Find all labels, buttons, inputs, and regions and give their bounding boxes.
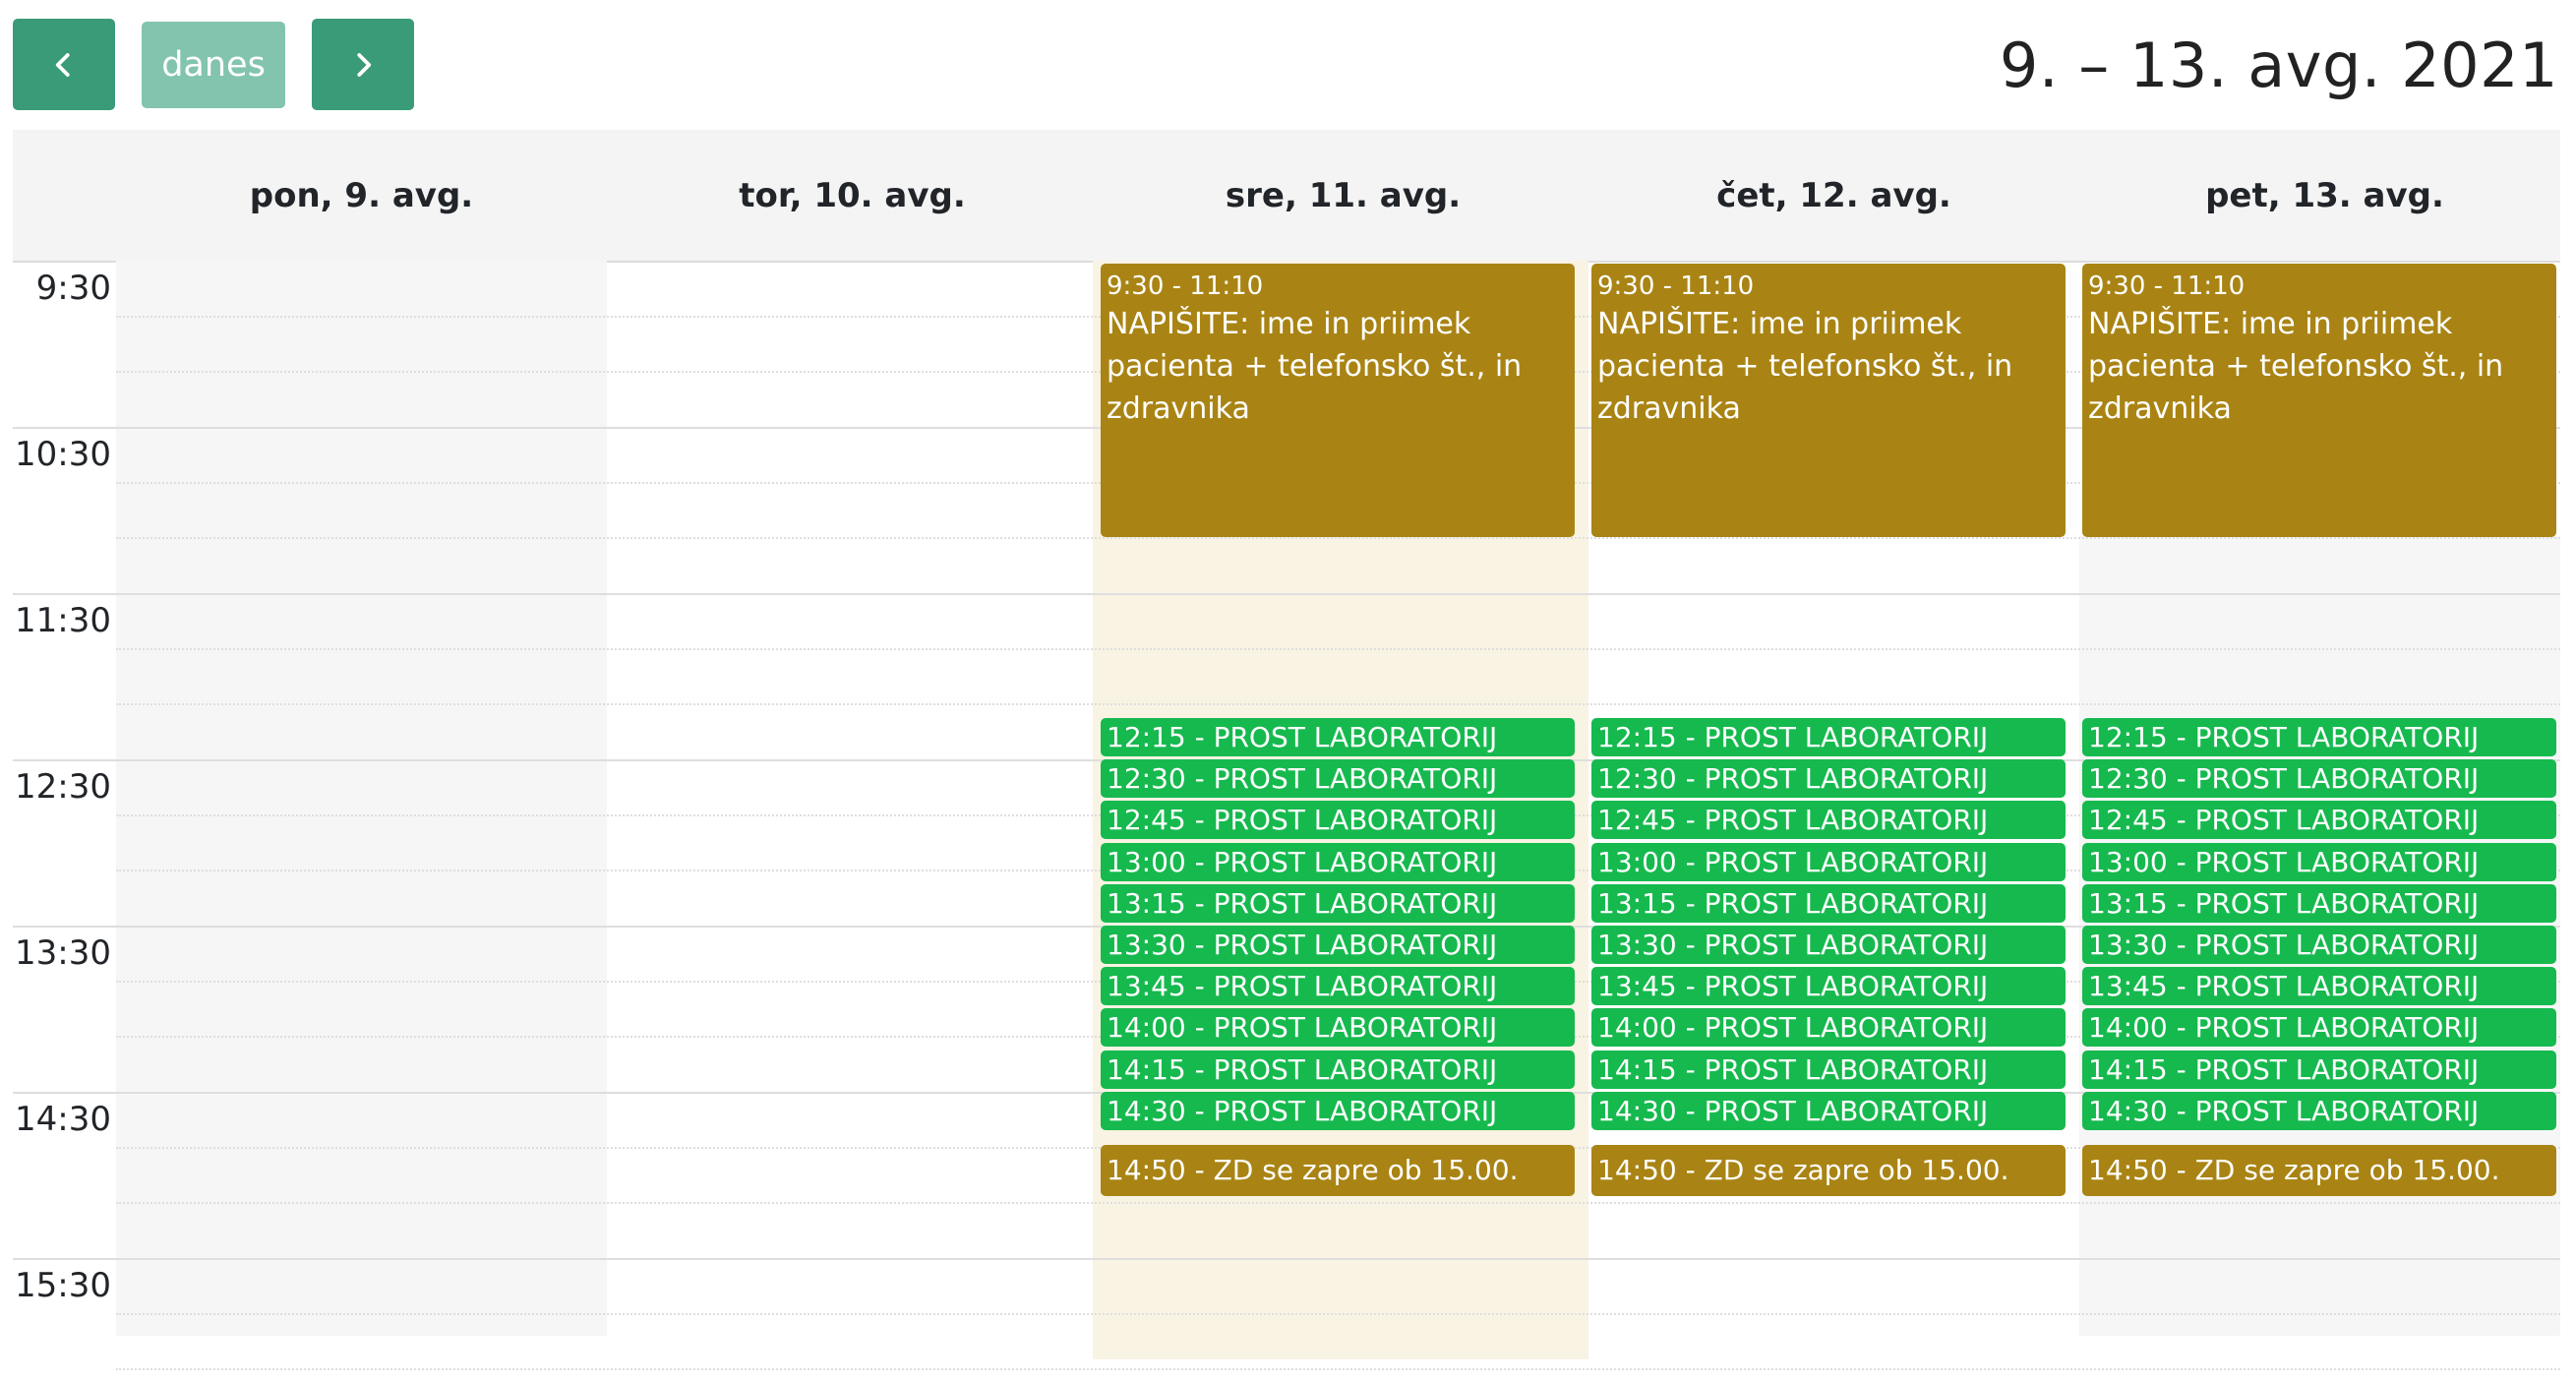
lab-slot-event[interactable]: 14:15 - PROST LABORATORIJ xyxy=(2082,1050,2556,1089)
time-label: 10:30 xyxy=(15,435,111,474)
event-time: 9:30 - 11:10 xyxy=(2088,271,2246,301)
lab-slot-event[interactable]: 13:00 - PROST LABORATORIJ xyxy=(1101,842,1575,881)
slot-gridline xyxy=(116,1313,2560,1315)
hour-gridline xyxy=(13,1258,2560,1260)
event-title: NAPIŠITE: ime in priimek pacienta + tele… xyxy=(2088,307,2504,426)
date-range-title: 9. – 13. avg. 2021 xyxy=(1999,30,2558,101)
lab-slot-event[interactable]: 14:15 - PROST LABORATORIJ xyxy=(1591,1050,2066,1089)
event-title: NAPIŠITE: ime in priimek pacienta + tele… xyxy=(1597,307,2013,426)
lab-slot-event[interactable]: 12:15 - PROST LABORATORIJ xyxy=(1101,718,1575,756)
lab-slot-event[interactable]: 14:00 - PROST LABORATORIJ xyxy=(2082,1008,2556,1048)
today-button[interactable]: danes xyxy=(142,22,285,108)
time-grid: 9:30 10:30 11:30 12:30 13:30 14:30 15:30 9:30 -… xyxy=(13,261,2560,1370)
day-header-row: pon, 9. avg. tor, 10. avg. sre, 11. avg. če… xyxy=(13,130,2560,263)
time-label: 11:30 xyxy=(15,601,111,640)
lab-slot-event[interactable]: 14:15 - PROST LABORATORIJ xyxy=(1101,1050,1575,1089)
lab-slot-event[interactable]: 12:15 - PROST LABORATORIJ xyxy=(2082,718,2556,756)
meeting-event[interactable]: 9:30 - 11:10 NAPIŠITE: ime in priimek pac… xyxy=(1101,264,1575,537)
lab-slot-event[interactable]: 13:30 - PROST LABORATORIJ xyxy=(2082,926,2556,964)
lab-slot-event[interactable]: 13:45 - PROST LABORATORIJ xyxy=(1101,967,1575,1006)
day-header: tor, 10. avg. xyxy=(739,175,966,215)
event-title: NAPIŠITE: ime in priimek pacienta + tele… xyxy=(1107,307,1523,426)
prev-week-button[interactable] xyxy=(13,19,115,110)
lab-slot-event[interactable]: 14:30 - PROST LABORATORIJ xyxy=(1101,1091,1575,1130)
meeting-event[interactable]: 9:30 - 11:10 NAPIŠITE: ime in priimek pac… xyxy=(1591,264,2066,537)
day-header: pet, 13. avg. xyxy=(2205,175,2444,215)
lab-slot-event[interactable]: 13:30 - PROST LABORATORIJ xyxy=(1101,926,1575,964)
lab-slot-event[interactable]: 12:45 - PROST LABORATORIJ xyxy=(1591,801,2066,840)
closing-notice-event[interactable]: 14:50 - ZD se zapre ob 15.00. xyxy=(1591,1145,2066,1196)
lab-slot-event[interactable]: 13:45 - PROST LABORATORIJ xyxy=(2082,967,2556,1006)
hour-gridline xyxy=(13,593,2560,595)
event-time: 9:30 - 11:10 xyxy=(1597,271,1755,301)
time-label: 14:30 xyxy=(15,1100,111,1139)
unavailable-column xyxy=(116,261,607,1336)
lab-slot-event[interactable]: 12:45 - PROST LABORATORIJ xyxy=(1101,801,1575,840)
chevron-right-icon xyxy=(357,52,372,77)
lab-slot-event[interactable]: 12:30 - PROST LABORATORIJ xyxy=(1101,759,1575,799)
time-label: 15:30 xyxy=(15,1266,111,1305)
chevron-left-icon xyxy=(55,52,70,77)
week-calendar: pon, 9. avg. tor, 10. avg. sre, 11. avg. če… xyxy=(13,130,2560,1370)
day-header: sre, 11. avg. xyxy=(1225,175,1462,215)
lab-slot-event[interactable]: 12:30 - PROST LABORATORIJ xyxy=(1591,759,2066,799)
lab-slot-event[interactable]: 12:30 - PROST LABORATORIJ xyxy=(2082,759,2556,799)
lab-slot-event[interactable]: 14:00 - PROST LABORATORIJ xyxy=(1101,1008,1575,1048)
slot-gridline xyxy=(116,1202,2560,1204)
lab-slot-event[interactable]: 13:45 - PROST LABORATORIJ xyxy=(1591,967,2066,1006)
time-label: 13:30 xyxy=(15,933,111,973)
slot-gridline xyxy=(116,537,2560,539)
lab-slot-event[interactable]: 13:00 - PROST LABORATORIJ xyxy=(2082,842,2556,881)
lab-slot-event[interactable]: 14:30 - PROST LABORATORIJ xyxy=(2082,1091,2556,1130)
lab-slot-event[interactable]: 13:15 - PROST LABORATORIJ xyxy=(2082,883,2556,923)
time-label: 9:30 xyxy=(35,269,111,308)
lab-slot-event[interactable]: 13:00 - PROST LABORATORIJ xyxy=(1591,842,2066,881)
lab-slot-event[interactable]: 14:30 - PROST LABORATORIJ xyxy=(1591,1091,2066,1130)
closing-notice-event[interactable]: 14:50 - ZD se zapre ob 15.00. xyxy=(2082,1145,2556,1196)
time-label: 12:30 xyxy=(15,767,111,807)
lab-slot-event[interactable]: 14:00 - PROST LABORATORIJ xyxy=(1591,1008,2066,1048)
lab-slot-event[interactable]: 13:15 - PROST LABORATORIJ xyxy=(1101,883,1575,923)
day-header: pon, 9. avg. xyxy=(249,175,474,215)
lab-slot-event[interactable]: 13:15 - PROST LABORATORIJ xyxy=(1591,883,2066,923)
lab-slot-event[interactable]: 13:30 - PROST LABORATORIJ xyxy=(1591,926,2066,964)
lab-slot-event[interactable]: 12:45 - PROST LABORATORIJ xyxy=(2082,801,2556,840)
lab-slot-event[interactable]: 12:15 - PROST LABORATORIJ xyxy=(1591,718,2066,756)
event-time: 9:30 - 11:10 xyxy=(1107,271,1264,301)
slot-gridline xyxy=(116,648,2560,650)
next-week-button[interactable] xyxy=(312,19,414,110)
slot-gridline xyxy=(116,703,2560,705)
day-header: čet, 12. avg. xyxy=(1716,175,1951,215)
closing-notice-event[interactable]: 14:50 - ZD se zapre ob 15.00. xyxy=(1101,1145,1575,1196)
slot-gridline xyxy=(116,1368,2560,1370)
meeting-event[interactable]: 9:30 - 11:10 NAPIŠITE: ime in priimek pac… xyxy=(2082,264,2556,537)
